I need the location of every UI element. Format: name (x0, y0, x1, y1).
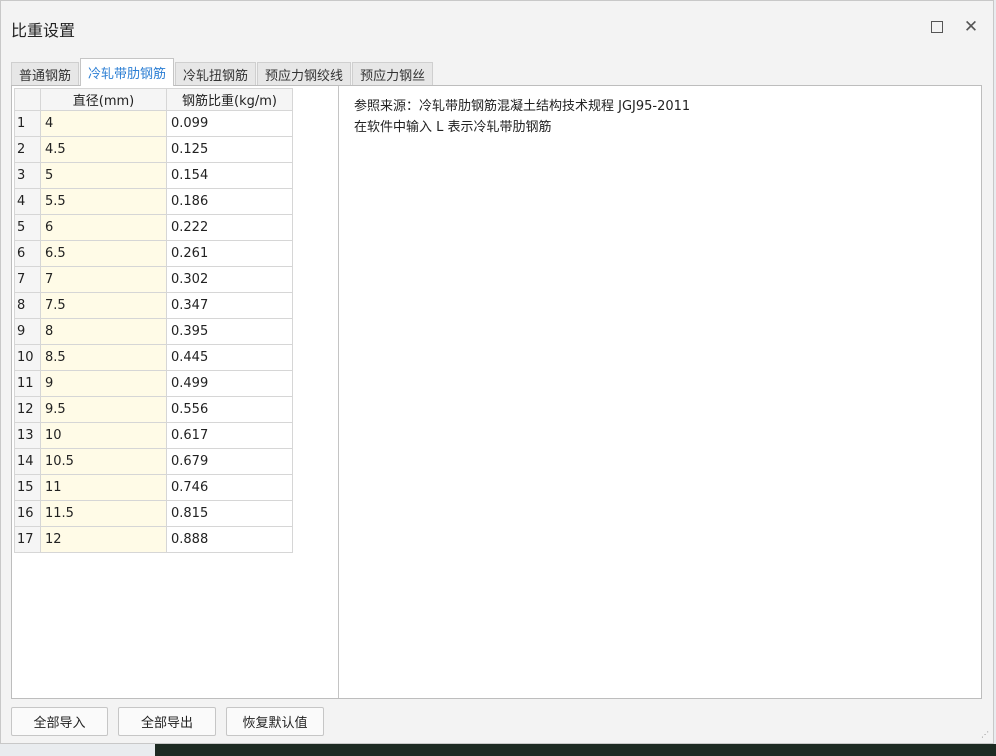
weight-cell[interactable]: 0.347 (166, 292, 293, 319)
window-title: 比重设置 (11, 21, 76, 40)
weight-settings-dialog: 比重设置 ✕ 普通钢筋 冷轧带肋钢筋 冷轧扭钢筋 预应力钢绞线 预应力钢丝 直径… (0, 0, 994, 744)
table-row[interactable]: 8 7.5 0.347 (14, 292, 293, 319)
diameter-cell[interactable]: 5 (40, 162, 167, 189)
column-header-weight[interactable]: 钢筋比重(kg/m) (166, 88, 293, 111)
diameter-cell[interactable]: 6 (40, 214, 167, 241)
weight-cell[interactable]: 0.125 (166, 136, 293, 163)
row-number-cell: 12 (14, 396, 41, 423)
weight-cell[interactable]: 0.679 (166, 448, 293, 475)
weight-cell[interactable]: 0.222 (166, 214, 293, 241)
table-row[interactable]: 4 5.5 0.186 (14, 188, 293, 215)
restore-default-button[interactable]: 恢复默认值 (226, 707, 324, 736)
tab-prestressed-strand[interactable]: 预应力钢绞线 (257, 62, 352, 86)
diameter-cell[interactable]: 10.5 (40, 448, 167, 475)
button-bar: 全部导入 全部导出 恢复默认值 (11, 707, 324, 736)
table-row[interactable]: 14 10.5 0.679 (14, 448, 293, 475)
weight-cell[interactable]: 0.099 (166, 110, 293, 137)
tab-cold-rolled-twisted[interactable]: 冷轧扭钢筋 (175, 62, 257, 86)
weight-grid-pane: 直径(mm) 钢筋比重(kg/m) 1 4 0.099 2 4.5 0.125 3 5 0.15… (12, 86, 339, 698)
weight-cell[interactable]: 0.499 (166, 370, 293, 397)
row-number-cell: 16 (14, 500, 41, 527)
tab-prestressed-wire[interactable]: 预应力钢丝 (352, 62, 434, 86)
weight-cell[interactable]: 0.395 (166, 318, 293, 345)
table-row[interactable]: 1 4 0.099 (14, 110, 293, 137)
row-number-cell: 15 (14, 474, 41, 501)
weight-cell[interactable]: 0.186 (166, 188, 293, 215)
column-header-diameter[interactable]: 直径(mm) (40, 88, 167, 111)
close-button[interactable]: ✕ (957, 15, 985, 39)
table-row[interactable]: 13 10 0.617 (14, 422, 293, 449)
row-number-cell: 10 (14, 344, 41, 371)
diameter-cell[interactable]: 10 (40, 422, 167, 449)
tab-content-panel: 直径(mm) 钢筋比重(kg/m) 1 4 0.099 2 4.5 0.125 3 5 0.15… (11, 85, 982, 699)
diameter-cell[interactable]: 12 (40, 526, 167, 553)
table-row[interactable]: 2 4.5 0.125 (14, 136, 293, 163)
row-number-cell: 2 (14, 136, 41, 163)
diameter-cell[interactable]: 7.5 (40, 292, 167, 319)
diameter-cell[interactable]: 9.5 (40, 396, 167, 423)
table-row[interactable]: 9 8 0.395 (14, 318, 293, 345)
row-number-cell: 6 (14, 240, 41, 267)
background-window-strip (155, 744, 996, 756)
weight-cell[interactable]: 0.302 (166, 266, 293, 293)
table-row[interactable]: 12 9.5 0.556 (14, 396, 293, 423)
weight-cell[interactable]: 0.746 (166, 474, 293, 501)
table-row[interactable]: 11 9 0.499 (14, 370, 293, 397)
tab-normal-rebar[interactable]: 普通钢筋 (11, 62, 80, 86)
diameter-cell[interactable]: 7 (40, 266, 167, 293)
weight-cell[interactable]: 0.888 (166, 526, 293, 553)
table-row[interactable]: 15 11 0.746 (14, 474, 293, 501)
minimize-button[interactable] (889, 15, 917, 39)
tab-strip: 普通钢筋 冷轧带肋钢筋 冷轧扭钢筋 预应力钢绞线 预应力钢丝 (11, 58, 434, 86)
row-number-cell: 3 (14, 162, 41, 189)
weight-table: 直径(mm) 钢筋比重(kg/m) 1 4 0.099 2 4.5 0.125 3 5 0.15… (14, 88, 293, 553)
row-number-cell: 8 (14, 292, 41, 319)
table-row[interactable]: 6 6.5 0.261 (14, 240, 293, 267)
row-number-cell: 5 (14, 214, 41, 241)
row-number-cell: 7 (14, 266, 41, 293)
diameter-cell[interactable]: 4.5 (40, 136, 167, 163)
input-hint-text: 在软件中输入 L 表示冷轧带肋钢筋 (354, 120, 552, 135)
reference-source-text: 参照来源：冷轧带肋钢筋混凝土结构技术规程 JGJ95-2011 (354, 99, 691, 114)
table-row[interactable]: 7 7 0.302 (14, 266, 293, 293)
table-row[interactable]: 5 6 0.222 (14, 214, 293, 241)
diameter-cell[interactable]: 8.5 (40, 344, 167, 371)
row-number-cell: 17 (14, 526, 41, 553)
close-icon: ✕ (963, 17, 979, 37)
import-all-button[interactable]: 全部导入 (11, 707, 108, 736)
weight-cell[interactable]: 0.556 (166, 396, 293, 423)
maximize-icon (931, 21, 943, 33)
row-number-cell: 9 (14, 318, 41, 345)
table-row[interactable]: 16 11.5 0.815 (14, 500, 293, 527)
row-number-cell: 4 (14, 188, 41, 215)
table-row[interactable]: 17 12 0.888 (14, 526, 293, 553)
row-number-cell: 14 (14, 448, 41, 475)
table-body: 1 4 0.099 2 4.5 0.125 3 5 0.154 4 5.5 0.186 5 6 0.222 6… (14, 110, 293, 553)
weight-cell[interactable]: 0.815 (166, 500, 293, 527)
diameter-cell[interactable]: 9 (40, 370, 167, 397)
weight-cell[interactable]: 0.445 (166, 344, 293, 371)
diameter-cell[interactable]: 8 (40, 318, 167, 345)
title-bar: 比重设置 ✕ (1, 1, 993, 55)
diameter-cell[interactable]: 4 (40, 110, 167, 137)
row-number-cell: 11 (14, 370, 41, 397)
table-row[interactable]: 3 5 0.154 (14, 162, 293, 189)
reference-note: 参照来源：冷轧带肋钢筋混凝土结构技术规程 JGJ95-2011 在软件中输入 L… (354, 96, 690, 138)
tab-cold-rolled-ribbed[interactable]: 冷轧带肋钢筋 (80, 58, 175, 86)
table-row[interactable]: 10 8.5 0.445 (14, 344, 293, 371)
weight-cell[interactable]: 0.617 (166, 422, 293, 449)
weight-cell[interactable]: 0.261 (166, 240, 293, 267)
maximize-button[interactable] (923, 15, 951, 39)
resize-grip-icon[interactable]: ⋰ (981, 731, 989, 739)
weight-cell[interactable]: 0.154 (166, 162, 293, 189)
export-all-button[interactable]: 全部导出 (118, 707, 216, 736)
row-number-cell: 13 (14, 422, 41, 449)
table-header-row: 直径(mm) 钢筋比重(kg/m) (14, 88, 293, 111)
row-number-cell: 1 (14, 110, 41, 137)
diameter-cell[interactable]: 5.5 (40, 188, 167, 215)
diameter-cell[interactable]: 6.5 (40, 240, 167, 267)
diameter-cell[interactable]: 11 (40, 474, 167, 501)
diameter-cell[interactable]: 11.5 (40, 500, 167, 527)
corner-cell (14, 88, 41, 111)
